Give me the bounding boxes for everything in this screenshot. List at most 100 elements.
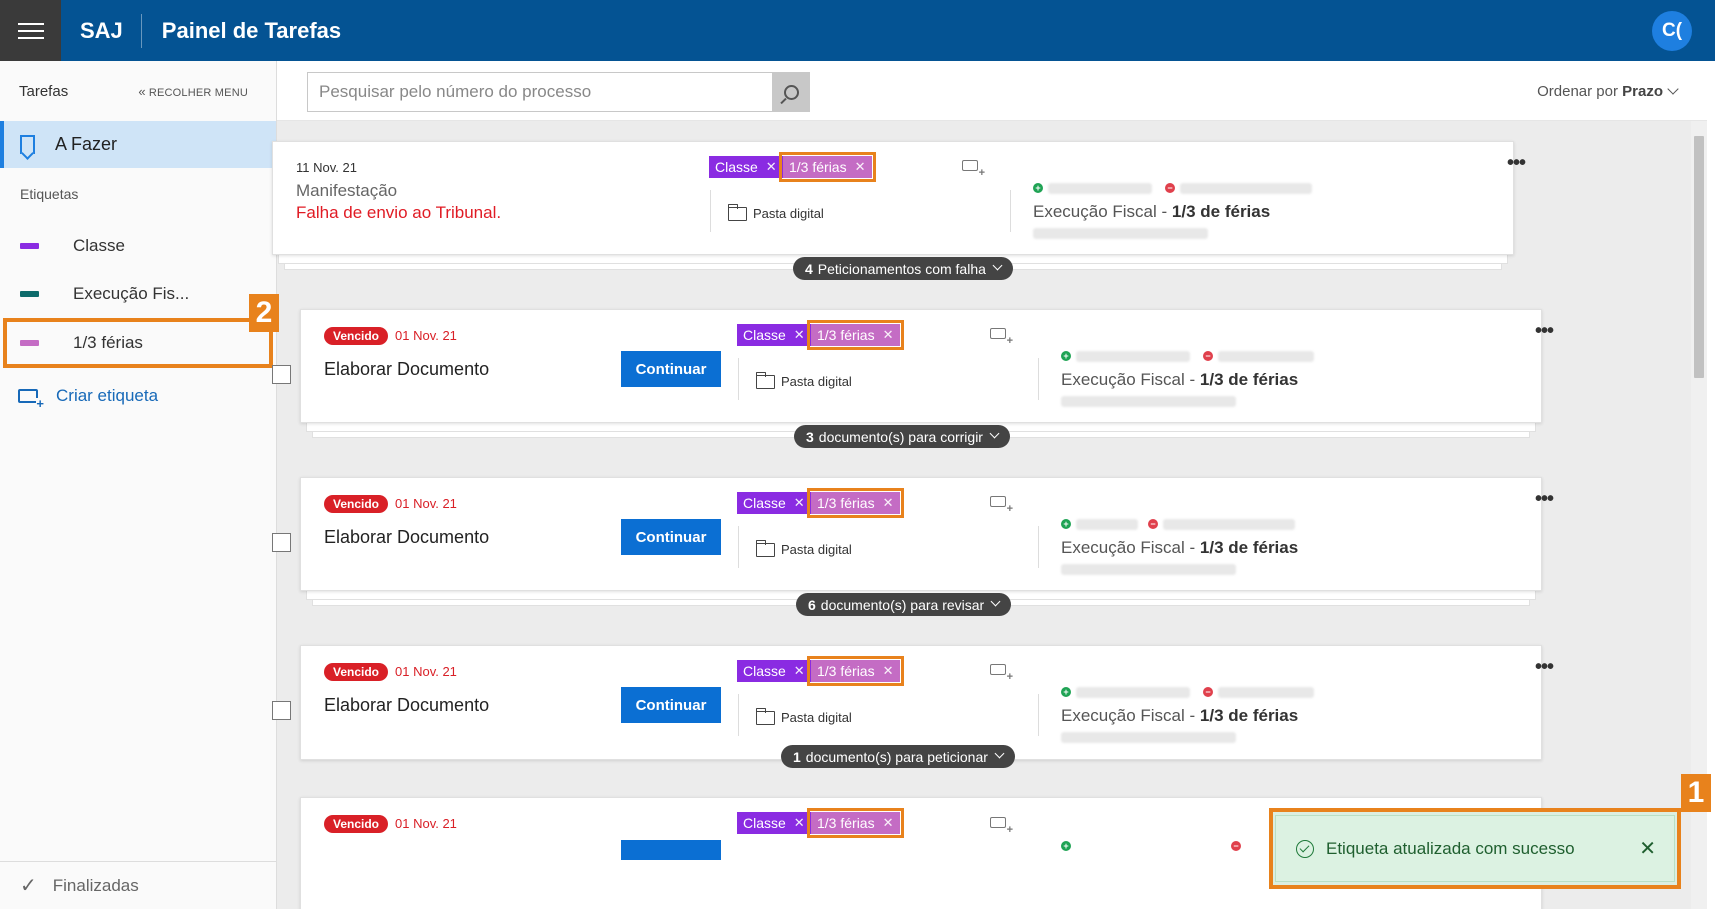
add-tag-icon[interactable]: [990, 328, 1013, 346]
callout-number-1: 1: [1681, 774, 1711, 812]
tag-chip-ferias[interactable]: 1/3 férias ✕: [807, 320, 904, 350]
sidebar-tag-execucao-fiscal[interactable]: Execução Fis...: [0, 270, 276, 318]
task-checkbox[interactable]: [272, 533, 291, 552]
close-icon[interactable]: ✕: [883, 815, 894, 831]
close-icon[interactable]: ✕: [883, 327, 894, 343]
avatar[interactable]: C(: [1652, 11, 1692, 51]
folder-icon: [755, 707, 775, 725]
double-chevron-left-icon: «: [138, 83, 146, 99]
tag-chip-classe[interactable]: Classe ✕: [737, 660, 811, 682]
close-icon[interactable]: ✕: [794, 663, 805, 679]
redacted-text: [1218, 351, 1314, 362]
tag-chip-classe[interactable]: Classe ✕: [709, 156, 783, 178]
add-tag-icon[interactable]: [990, 664, 1013, 682]
search-button[interactable]: [772, 72, 810, 112]
search-input[interactable]: [307, 72, 772, 112]
failures-toggle[interactable]: 4 Peticionamentos com falha: [793, 257, 1013, 280]
tag-chip-ferias[interactable]: 1/3 férias ✕: [807, 808, 904, 838]
continue-button[interactable]: Continuar: [621, 519, 721, 555]
add-tag-icon[interactable]: [990, 496, 1013, 514]
close-icon[interactable]: ✕: [794, 815, 805, 831]
tag-chip-classe[interactable]: Classe ✕: [737, 492, 811, 514]
plus-circle-icon: +: [1061, 687, 1071, 697]
digital-folder-link[interactable]: Pasta digital: [755, 371, 852, 389]
process-class: Execução Fiscal - 1/3 de férias: [1061, 706, 1299, 725]
redacted-text: [1061, 564, 1236, 575]
sidebar-item-a-fazer[interactable]: A Fazer: [0, 121, 276, 168]
close-icon[interactable]: ✕: [794, 327, 805, 343]
redacted-text: [1061, 732, 1236, 743]
plus-circle-icon: +: [1061, 351, 1071, 361]
tag-chip-classe[interactable]: Classe ✕: [737, 812, 811, 834]
failures-toggle[interactable]: 1 documento(s) para peticionar: [781, 745, 1015, 768]
status-badge: Vencido: [324, 663, 389, 681]
continue-button[interactable]: Continuar: [621, 687, 721, 723]
task-title: Elaborar Documento: [324, 359, 490, 379]
redacted-text: [1180, 183, 1312, 194]
sidebar-item-finalizadas[interactable]: ✓ Finalizadas: [0, 861, 276, 909]
menu-icon[interactable]: [0, 0, 61, 61]
divider: [710, 190, 711, 232]
brand-logo[interactable]: SAJ: [80, 13, 142, 48]
failures-toggle[interactable]: 6 documento(s) para revisar: [796, 593, 1012, 616]
tag-chip-ferias[interactable]: 1/3 férias ✕: [807, 656, 904, 686]
task-checkbox[interactable]: [272, 701, 291, 720]
page-title: Painel de Tarefas: [161, 17, 342, 43]
tag-chip-classe[interactable]: Classe ✕: [737, 324, 811, 346]
sidebar-tag-classe[interactable]: Classe: [0, 222, 276, 270]
task-checkbox[interactable]: [272, 365, 291, 384]
more-options-icon[interactable]: •••: [1535, 489, 1554, 509]
folder-icon: [755, 371, 775, 389]
add-tag-icon[interactable]: [962, 160, 985, 178]
status-badge: Vencido: [324, 327, 389, 345]
task-date: 01 Nov. 21: [395, 664, 457, 679]
more-options-icon[interactable]: •••: [1507, 153, 1526, 173]
redacted-text: [1218, 687, 1314, 698]
continue-button[interactable]: [621, 840, 721, 860]
digital-folder-link[interactable]: Pasta digital: [755, 707, 852, 725]
close-icon[interactable]: ✕: [883, 663, 894, 679]
add-tag-icon[interactable]: [990, 817, 1013, 835]
continue-button[interactable]: Continuar: [621, 351, 721, 387]
task-card[interactable]: [272, 141, 1514, 255]
sidebar-tag-ferias[interactable]: 1/3 férias: [3, 318, 273, 368]
task-title: Elaborar Documento: [324, 527, 490, 547]
folder-icon: [727, 203, 747, 221]
redacted-text: [1076, 687, 1190, 698]
tag-color-swatch: [20, 291, 39, 297]
divider: [738, 526, 739, 568]
close-icon[interactable]: ✕: [766, 159, 777, 175]
collapse-menu-button[interactable]: «RECOLHER MENU: [138, 84, 248, 99]
minus-circle-icon: −: [1148, 519, 1158, 529]
task-title: Manifestação: [296, 181, 398, 200]
check-icon: ✓: [20, 875, 37, 897]
digital-folder-link[interactable]: Pasta digital: [755, 539, 852, 557]
sidebar-title: Tarefas: [19, 82, 69, 100]
divider: [1038, 526, 1039, 568]
app-header: SAJ Painel de Tarefas C(: [0, 0, 1715, 61]
digital-folder-link[interactable]: Pasta digital: [727, 203, 824, 221]
minus-circle-icon: −: [1203, 351, 1213, 361]
tag-chip-ferias[interactable]: 1/3 férias ✕: [779, 152, 876, 182]
process-class: Execução Fiscal - 1/3 de férias: [1061, 370, 1299, 389]
divider: [1038, 358, 1039, 400]
check-circle-icon: [1296, 839, 1314, 858]
redacted-text: [1076, 351, 1190, 362]
create-tag-button[interactable]: Criar etiqueta: [0, 368, 276, 424]
close-icon[interactable]: ✕: [794, 495, 805, 511]
more-options-icon[interactable]: •••: [1535, 657, 1554, 677]
more-options-icon[interactable]: •••: [1535, 321, 1554, 341]
close-icon[interactable]: ✕: [1639, 836, 1656, 861]
minus-circle-icon: −: [1203, 687, 1213, 697]
divider: [738, 694, 739, 736]
close-icon[interactable]: ✕: [883, 495, 894, 511]
plus-circle-icon: +: [1061, 841, 1071, 851]
divider: [738, 358, 739, 400]
sort-dropdown[interactable]: Ordenar por Prazo: [1537, 83, 1679, 100]
scrollbar-thumb[interactable]: [1694, 136, 1704, 378]
close-icon[interactable]: ✕: [855, 159, 866, 175]
tag-chip-ferias[interactable]: 1/3 férias ✕: [807, 488, 904, 518]
failures-toggle[interactable]: 3 documento(s) para corrigir: [794, 425, 1010, 448]
sidebar-section-label: Etiquetas: [20, 186, 79, 202]
folder-icon: [755, 539, 775, 557]
